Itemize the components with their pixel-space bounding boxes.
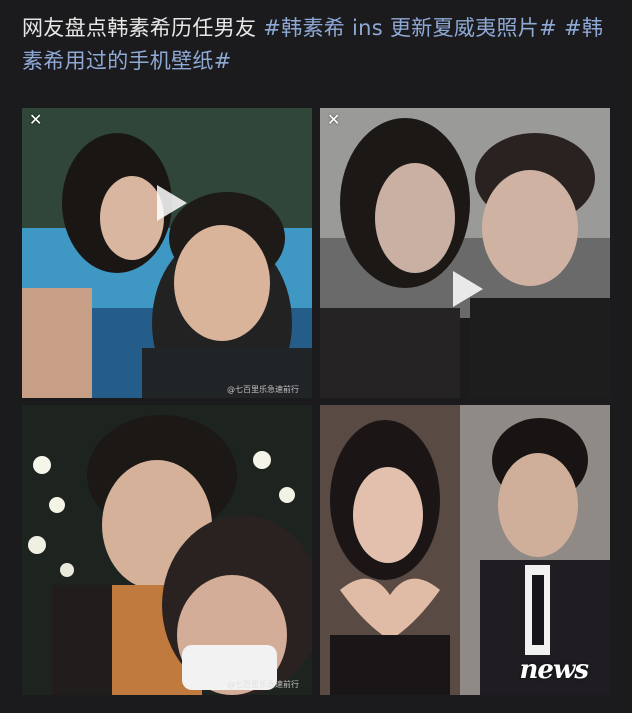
brand-logo: news: [519, 655, 589, 685]
photo-grid: ✕ @七百里乐急速前行 ✕ @七百里乐急速前行 news: [0, 0, 632, 713]
close-icon[interactable]: ✕: [29, 112, 45, 128]
watermark-text: @七百里乐急速前行: [227, 680, 299, 689]
photo-image-4: [320, 405, 610, 695]
photo-tile-1[interactable]: ✕ @七百里乐急速前行: [22, 108, 312, 398]
photo-image-3: [22, 405, 312, 695]
play-icon[interactable]: [157, 185, 187, 221]
photo-tile-3[interactable]: @七百里乐急速前行: [22, 405, 312, 695]
photo-image-1: [22, 108, 312, 398]
close-icon[interactable]: ✕: [327, 112, 343, 128]
play-icon[interactable]: [453, 271, 483, 307]
photo-tile-4[interactable]: news: [320, 405, 610, 695]
watermark-text: @七百里乐急速前行: [227, 385, 299, 394]
photo-image-2: [320, 108, 610, 398]
photo-tile-2[interactable]: ✕: [320, 108, 610, 398]
